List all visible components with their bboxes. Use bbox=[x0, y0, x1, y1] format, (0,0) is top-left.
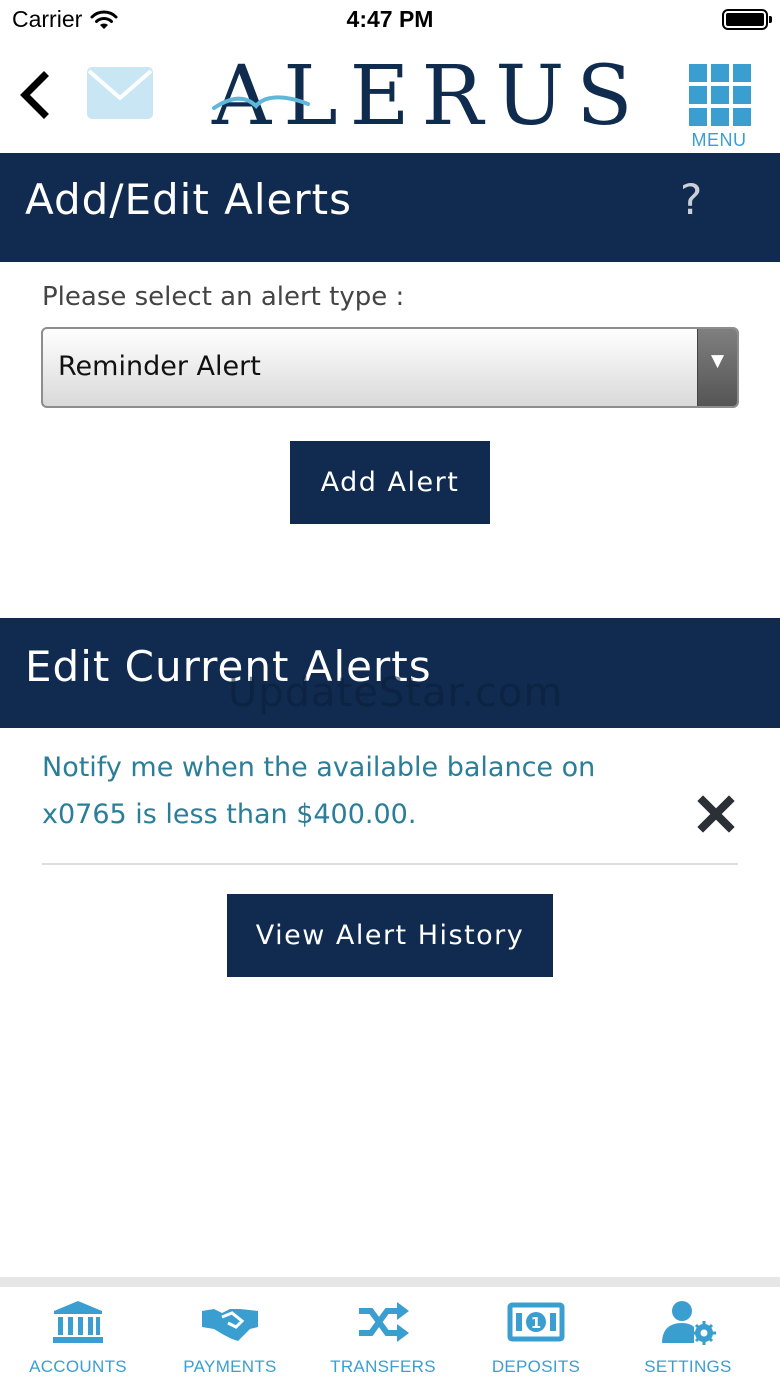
delete-alert-button[interactable] bbox=[697, 795, 735, 833]
tab-label: ACCOUNTS bbox=[29, 1357, 127, 1376]
menu-button[interactable]: MENU bbox=[688, 64, 751, 152]
shuffle-icon bbox=[359, 1302, 409, 1342]
dropdown-arrow-icon: ▼ bbox=[697, 329, 737, 406]
handshake-icon bbox=[202, 1309, 258, 1341]
status-bar: Carrier 4:47 PM bbox=[0, 0, 780, 40]
divider bbox=[42, 863, 738, 865]
alert-type-prompt: Please select an alert type : bbox=[42, 282, 405, 312]
tab-transfers[interactable]: TRANSFERS bbox=[305, 1287, 461, 1387]
back-button[interactable] bbox=[14, 68, 54, 122]
mail-envelope-icon bbox=[87, 67, 153, 119]
bottom-tab-bar: ACCOUNTS PAYMENTS TRANSFERS 1 DEPOSITS S… bbox=[0, 1277, 780, 1387]
back-chevron-icon bbox=[20, 71, 49, 119]
tab-accounts[interactable]: ACCOUNTS bbox=[0, 1287, 156, 1387]
battery-icon bbox=[722, 9, 772, 30]
tab-label: TRANSFERS bbox=[330, 1357, 436, 1376]
view-alert-history-button[interactable]: View Alert History bbox=[227, 894, 553, 977]
alert-description-line2: x0765 is less than $400.00. bbox=[42, 799, 417, 830]
user-gear-icon bbox=[662, 1301, 716, 1345]
close-icon bbox=[697, 795, 735, 833]
alert-item: Notify me when the available balance on … bbox=[42, 744, 602, 838]
logo-swoosh-icon bbox=[212, 95, 310, 110]
grid-menu-icon bbox=[689, 64, 751, 126]
watermark: UpdateStar.com bbox=[228, 670, 564, 716]
tab-label: PAYMENTS bbox=[183, 1357, 277, 1376]
cash-icon: 1 bbox=[507, 1302, 565, 1342]
alert-type-select[interactable]: Reminder Alert ▼ bbox=[41, 327, 739, 408]
tab-settings[interactable]: SETTINGS bbox=[610, 1287, 766, 1387]
tab-label: DEPOSITS bbox=[491, 1357, 581, 1376]
help-icon[interactable]: ? bbox=[680, 175, 702, 224]
tab-label: SETTINGS bbox=[644, 1357, 732, 1376]
tab-payments[interactable]: PAYMENTS bbox=[152, 1287, 308, 1387]
svg-text:1: 1 bbox=[531, 1314, 541, 1332]
bank-icon bbox=[53, 1301, 103, 1343]
alerus-logo: ALERUS bbox=[212, 50, 640, 146]
tab-deposits[interactable]: 1 DEPOSITS bbox=[458, 1287, 614, 1387]
add-alerts-header: Add/Edit Alerts ? bbox=[0, 153, 780, 262]
alert-description-line1: Notify me when the available balance on bbox=[42, 752, 596, 783]
add-alert-button[interactable]: Add Alert bbox=[290, 441, 490, 524]
app-header: ALERUS MENU bbox=[0, 40, 780, 153]
edit-alerts-header: Edit Current Alerts UpdateStar.com bbox=[0, 618, 780, 728]
clock: 4:47 PM bbox=[346, 6, 434, 32]
messages-button[interactable] bbox=[86, 66, 154, 120]
alert-type-selected-value: Reminder Alert bbox=[58, 351, 261, 382]
page-title: Add/Edit Alerts bbox=[25, 175, 353, 224]
menu-label: MENU bbox=[691, 130, 747, 150]
